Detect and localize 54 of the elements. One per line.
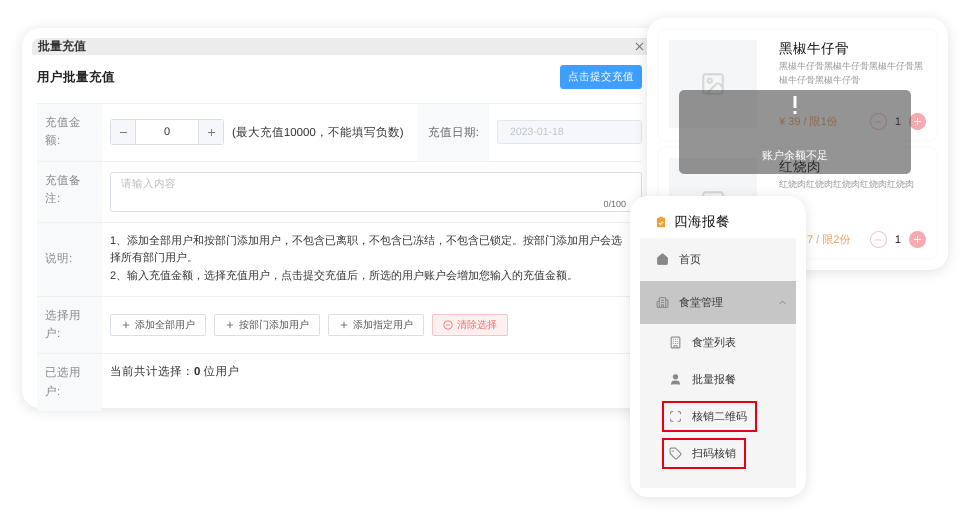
form-heading: 用户批量充值 bbox=[37, 68, 115, 86]
instructions-text: 1、添加全部用户和按部门添加用户，不包含已离职，不包含已冻结，不包含已锁定。按部门添加用户会选择所有部门用户。 2、输入充值金额，选择充值用户，点击提交充值后，所选的用户账户会增加您输入的充值金额。 bbox=[110, 234, 624, 284]
field-label: 选择用户: bbox=[37, 296, 102, 354]
increment-button[interactable] bbox=[909, 113, 926, 130]
plus-icon bbox=[225, 320, 235, 330]
increment-button[interactable] bbox=[199, 120, 223, 144]
decrement-button[interactable] bbox=[111, 120, 135, 144]
dialog-title: 批量充值 bbox=[38, 38, 86, 55]
plus-icon bbox=[339, 320, 349, 330]
plus-icon bbox=[121, 320, 131, 330]
decrement-button[interactable] bbox=[870, 113, 887, 130]
meal-price: 7 / 限2份 bbox=[807, 233, 850, 247]
submenu-item[interactable]: 核销二维码 bbox=[662, 401, 757, 432]
tag-icon bbox=[669, 447, 682, 460]
clipboard-icon bbox=[654, 215, 668, 229]
number-stepper[interactable]: 0 bbox=[110, 119, 224, 146]
submenu-item[interactable]: 食堂列表 bbox=[662, 327, 746, 358]
house-icon bbox=[656, 253, 669, 266]
exclamation-icon bbox=[793, 96, 797, 114]
scan-frame-icon bbox=[669, 410, 682, 423]
field-label: 已选用户: bbox=[37, 354, 102, 412]
app-title: 四海报餐 bbox=[674, 213, 730, 231]
close-icon[interactable] bbox=[633, 40, 646, 53]
add-user-button[interactable]: 添加指定用户 bbox=[328, 314, 424, 336]
meal-name: 黑椒牛仔骨 bbox=[779, 40, 850, 58]
meal-name: 红烧肉 bbox=[779, 159, 821, 176]
meal-description: 黑椒牛仔骨黑椒牛仔骨黑椒牛仔骨黑椒牛仔骨黑椒牛仔骨 bbox=[779, 60, 924, 87]
amount-hint: (最大充值10000，不能填写负数) bbox=[232, 125, 404, 140]
selection-summary: 当前共计选择：0 位用户 bbox=[110, 364, 240, 380]
character-counter: 0/100 bbox=[603, 198, 626, 209]
submenu-item[interactable]: 批量报餐 bbox=[662, 364, 746, 395]
field-label: 充值备注: bbox=[37, 162, 102, 223]
quantity: 1 bbox=[894, 234, 901, 246]
meal-price: ¥ 39 / 限1份 bbox=[779, 115, 838, 129]
quantity: 1 bbox=[894, 116, 901, 128]
field-label: 说明: bbox=[37, 222, 102, 297]
add-user-button[interactable]: 按部门添加用户 bbox=[214, 314, 320, 336]
submenu-item[interactable]: 扫码核销 bbox=[662, 438, 746, 469]
field-label: 充值日期: bbox=[418, 104, 489, 161]
menu-item[interactable]: 首页 bbox=[640, 238, 796, 281]
menu-item[interactable]: 食堂管理 bbox=[640, 281, 796, 324]
toast-text: 账户余额不足 bbox=[762, 148, 828, 162]
minus-circle-icon bbox=[443, 320, 453, 330]
user-icon bbox=[669, 373, 682, 386]
plus-icon bbox=[206, 126, 216, 138]
add-user-button[interactable]: 添加全部用户 bbox=[110, 314, 206, 336]
increment-button[interactable] bbox=[909, 231, 926, 248]
plus-icon bbox=[912, 234, 923, 245]
meal-description: 红烧肉红烧肉红烧肉红烧肉红烧肉 bbox=[779, 178, 915, 191]
decrement-button[interactable] bbox=[870, 231, 887, 248]
building-icon bbox=[669, 336, 682, 349]
field-label: 充值金额: bbox=[37, 104, 102, 162]
building-icon bbox=[656, 296, 669, 309]
plus-icon bbox=[912, 116, 923, 127]
